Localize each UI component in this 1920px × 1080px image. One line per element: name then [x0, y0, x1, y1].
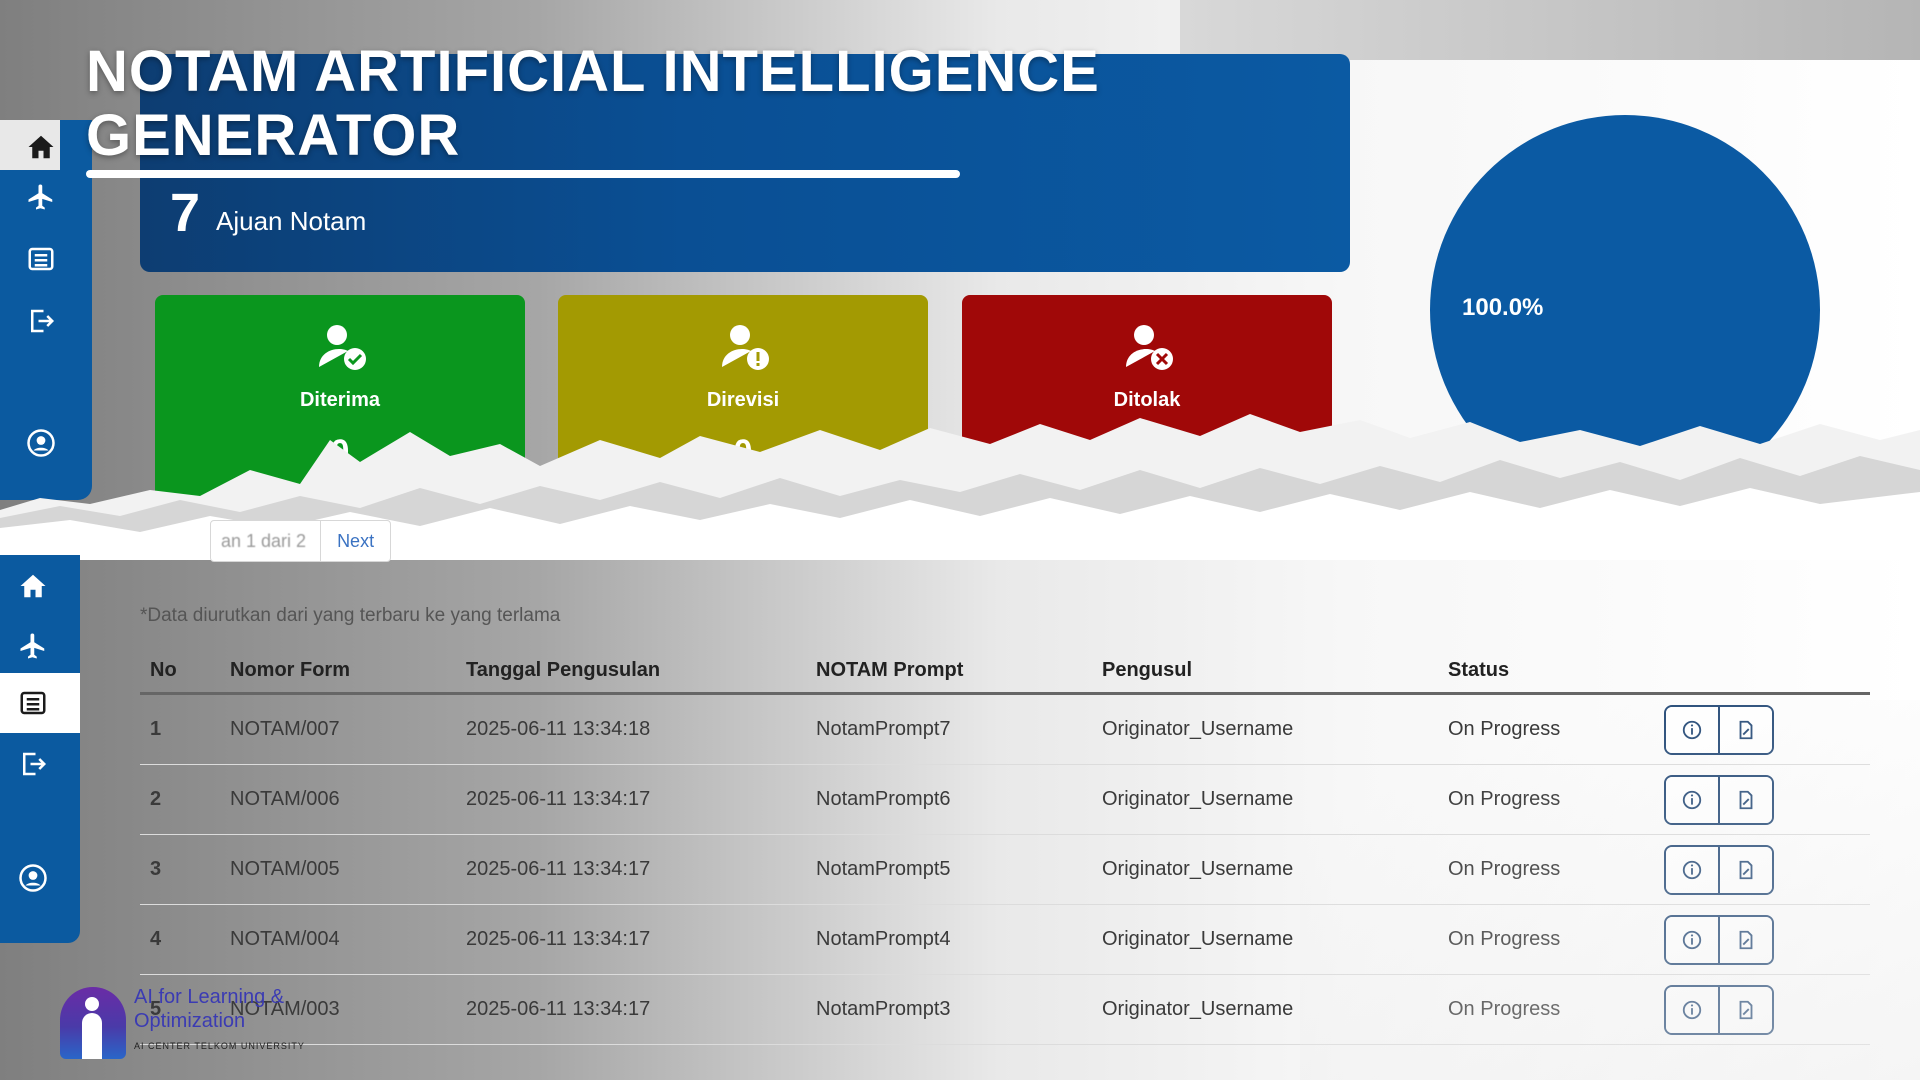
notam-table: No Nomor Form Tanggal Pengusulan NOTAM P… — [140, 648, 1870, 1045]
sort-note: *Data diurutkan dari yang terbaru ke yan… — [140, 605, 561, 626]
user-warning-icon — [722, 325, 769, 370]
row-number: 3 — [140, 834, 220, 905]
document-icon — [1739, 790, 1753, 809]
logo-text-line-2: Optimization — [134, 1010, 246, 1032]
submission-date: 2025-06-11 13:34:17 — [456, 974, 806, 1045]
info-icon — [1682, 1000, 1702, 1019]
info-icon — [1682, 860, 1702, 879]
user-reject-icon — [1126, 325, 1173, 370]
document-button[interactable] — [1718, 776, 1772, 823]
row-actions — [1654, 904, 1870, 975]
originator: Originator_Username — [1092, 693, 1438, 765]
headline-line-1: NOTAM ARTIFICIAL INTELLIGENCE — [86, 39, 1100, 104]
status: On Progress — [1438, 764, 1654, 835]
notam-prompt: NotamPrompt7 — [806, 693, 1092, 765]
document-icon — [1739, 860, 1753, 879]
headline-underline — [86, 170, 960, 178]
user-check-icon — [319, 325, 366, 370]
pie-percentage-label: 100.0% — [1462, 294, 1544, 321]
row-actions — [1654, 693, 1870, 765]
document-button[interactable] — [1718, 846, 1772, 893]
table-header-row: No Nomor Form Tanggal Pengusulan NOTAM P… — [140, 648, 1870, 695]
info-button[interactable] — [1666, 916, 1718, 963]
document-button[interactable] — [1718, 706, 1772, 753]
home-icon[interactable] — [24, 130, 58, 164]
row-number: 1 — [140, 693, 220, 765]
row-actions — [1654, 974, 1870, 1045]
status: On Progress — [1438, 904, 1654, 975]
originator: Originator_Username — [1092, 974, 1438, 1045]
column-header: No — [140, 648, 220, 695]
info-button[interactable] — [1666, 776, 1718, 823]
info-icon — [1682, 720, 1702, 739]
table-row: 5 NOTAM/003 2025-06-11 13:34:17 NotamPro… — [140, 974, 1870, 1045]
row-actions — [1654, 764, 1870, 835]
airplane-icon[interactable] — [16, 629, 50, 663]
originator: Originator_Username — [1092, 764, 1438, 835]
pagination: an 1 dari 2 Next — [210, 520, 392, 562]
list-icon[interactable] — [16, 686, 50, 720]
document-icon — [1739, 930, 1753, 949]
account-icon[interactable] — [16, 861, 50, 895]
form-number: NOTAM/005 — [220, 834, 456, 905]
table-row: 2 NOTAM/006 2025-06-11 13:34:17 NotamPro… — [140, 764, 1870, 835]
document-button[interactable] — [1718, 986, 1772, 1033]
submission-count-label: Ajuan Notam — [216, 206, 367, 236]
table-row: 3 NOTAM/005 2025-06-11 13:34:17 NotamPro… — [140, 834, 1870, 905]
column-header: Nomor Form — [220, 648, 456, 695]
logout-icon[interactable] — [24, 304, 58, 338]
pagination-next-button[interactable]: Next — [320, 521, 390, 561]
column-header: Status — [1438, 648, 1654, 695]
logo-mark — [60, 987, 126, 1059]
document-button[interactable] — [1718, 916, 1772, 963]
column-header-actions — [1654, 648, 1870, 695]
table-row: 4 NOTAM/004 2025-06-11 13:34:17 NotamPro… — [140, 904, 1870, 975]
originator: Originator_Username — [1092, 834, 1438, 905]
notam-prompt: NotamPrompt3 — [806, 974, 1092, 1045]
status: On Progress — [1438, 834, 1654, 905]
document-icon — [1739, 720, 1753, 739]
notam-prompt: NotamPrompt5 — [806, 834, 1092, 905]
submission-date: 2025-06-11 13:34:17 — [456, 764, 806, 835]
row-number: 4 — [140, 904, 220, 975]
column-header: Tanggal Pengusulan — [456, 648, 806, 695]
submission-count: 7 — [170, 183, 201, 243]
pagination-info: an 1 dari 2 — [221, 530, 307, 551]
list-icon[interactable] — [24, 242, 58, 276]
ai-center-logo: AI for Learning & Optimization AI CENTER… — [60, 985, 360, 1059]
logo-text-line-3: AI CENTER TELKOM UNIVERSITY — [134, 1041, 305, 1051]
info-icon — [1682, 930, 1702, 949]
info-button[interactable] — [1666, 986, 1718, 1033]
status: On Progress — [1438, 693, 1654, 765]
logo-text-line-1: AI for Learning & — [134, 986, 285, 1008]
submission-date: 2025-06-11 13:34:17 — [456, 904, 806, 975]
originator: Originator_Username — [1092, 904, 1438, 975]
page-headline: NOTAM ARTIFICIAL INTELLIGENCE GENERATOR — [86, 40, 1100, 168]
airplane-icon[interactable] — [24, 180, 58, 214]
status: On Progress — [1438, 974, 1654, 1045]
logout-icon[interactable] — [16, 747, 50, 781]
document-icon — [1739, 1000, 1753, 1019]
form-number: NOTAM/004 — [220, 904, 456, 975]
headline-line-2: GENERATOR — [86, 103, 461, 168]
column-header: NOTAM Prompt — [806, 648, 1092, 695]
table-row: 1 NOTAM/007 2025-06-11 13:34:18 NotamPro… — [140, 693, 1870, 765]
info-button[interactable] — [1666, 846, 1718, 893]
home-icon[interactable] — [16, 569, 50, 603]
notam-prompt: NotamPrompt4 — [806, 904, 1092, 975]
submission-date: 2025-06-11 13:34:17 — [456, 834, 806, 905]
info-button[interactable] — [1666, 706, 1718, 753]
row-number: 2 — [140, 764, 220, 835]
notam-prompt: NotamPrompt6 — [806, 764, 1092, 835]
form-number: NOTAM/006 — [220, 764, 456, 835]
info-icon — [1682, 790, 1702, 809]
sidebar-bottom — [0, 555, 80, 943]
column-header: Pengusul — [1092, 648, 1438, 695]
submission-date: 2025-06-11 13:34:18 — [456, 693, 806, 765]
form-number: NOTAM/007 — [220, 693, 456, 765]
row-actions — [1654, 834, 1870, 905]
